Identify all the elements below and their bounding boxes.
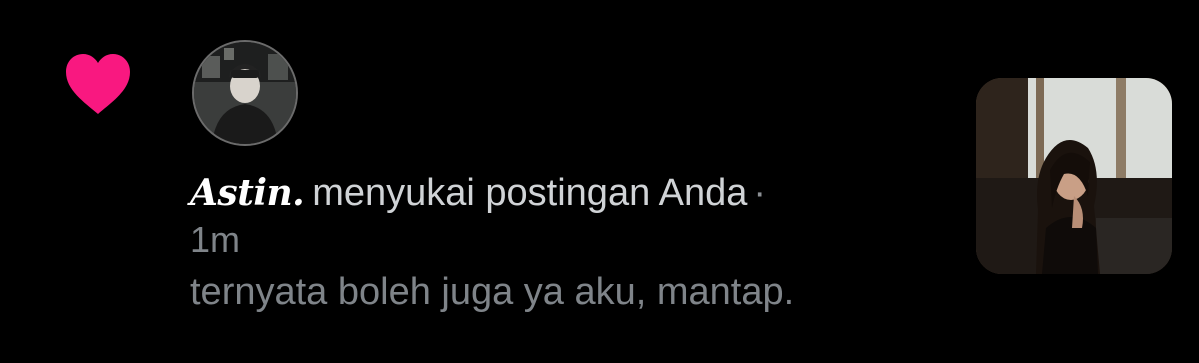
like-notification[interactable]: Astin. menyukai postingan Anda · 1m ternya… bbox=[0, 0, 1199, 363]
heart-icon bbox=[64, 52, 132, 116]
notification-text: Astin. menyukai postingan Anda · 1m ternya… bbox=[190, 168, 920, 320]
post-text[interactable]: ternyata boleh juga ya aku, mantap. bbox=[190, 264, 920, 320]
username[interactable]: Astin. bbox=[190, 172, 305, 214]
action-text: menyukai postingan Anda bbox=[312, 172, 748, 214]
separator-dot: · bbox=[753, 172, 767, 214]
timestamp: 1m bbox=[190, 219, 241, 260]
post-thumbnail[interactable] bbox=[976, 78, 1172, 274]
avatar[interactable] bbox=[192, 40, 298, 146]
